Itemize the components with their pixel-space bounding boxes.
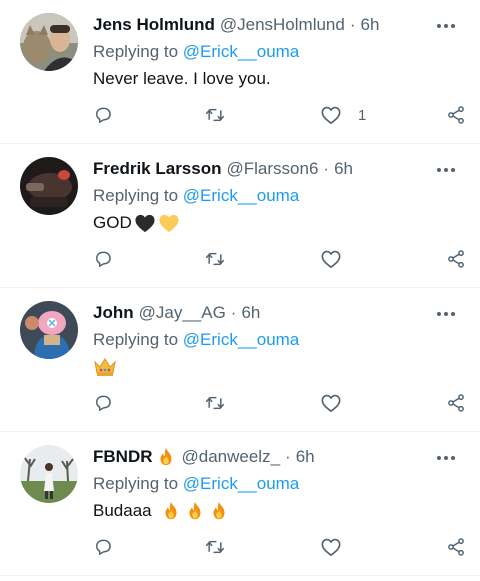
tweet-actions [93,535,466,559]
share-icon [448,538,464,556]
display-name[interactable]: Jens Holmlund [93,14,215,36]
heart-icon [321,394,341,412]
avatar[interactable] [20,157,78,215]
replying-prefix: Replying to [93,42,179,61]
replying-to: Replying to @Erick__ouma [93,185,466,207]
share-button[interactable] [446,103,466,127]
timestamp[interactable]: 6h [361,14,380,36]
like-button[interactable]: 1 [320,103,366,127]
separator-dot: · [323,159,330,178]
heart-icon [321,250,341,268]
tweet-header: John @Jay__AG · 6h [93,302,466,324]
separator-dot: · [285,447,291,466]
retweet-button[interactable] [204,247,226,271]
share-button[interactable] [446,247,466,271]
yellow-heart-icon [159,214,179,233]
reply-button[interactable] [93,391,113,415]
tweet-text-content: Budaaa [93,501,152,520]
tweet-text: Budaaa [93,500,466,522]
more-options-icon[interactable] [432,304,460,324]
tweet-actions: 1 [93,103,466,127]
retweet-button[interactable] [204,103,226,127]
reply-tweet[interactable]: FBNDR @danweelz_ · 6h Replying to @Erick… [0,432,480,576]
avatar[interactable] [20,13,78,71]
retweet-icon [205,540,225,554]
share-icon [448,250,464,268]
tweet-header: FBNDR @danweelz_ · 6h [93,446,466,468]
share-button[interactable] [446,535,466,559]
separator-dot: · [349,15,356,34]
display-name[interactable]: John [93,302,134,324]
more-options-icon[interactable] [432,448,460,468]
mention-link[interactable]: @Erick__ouma [183,330,299,349]
fire-icon [165,501,177,520]
replying-prefix: Replying to [93,186,179,205]
heart-icon [321,106,341,124]
reply-button[interactable] [93,535,113,559]
tweet-actions [93,247,466,271]
like-button[interactable] [320,535,342,559]
reply-tweet[interactable]: John @Jay__AG · 6h Replying to @Erick__o… [0,288,480,432]
user-handle[interactable]: @JensHolmlund [220,14,345,36]
like-button[interactable] [320,247,342,271]
avatar[interactable] [20,445,78,503]
retweet-icon [205,252,225,266]
replying-prefix: Replying to [93,330,179,349]
heart-icon [321,538,341,556]
tweet-text-content: GOD [93,213,132,232]
separator-dot: · [230,303,237,322]
more-options-icon[interactable] [432,16,460,36]
timestamp[interactable]: 6h [296,446,315,468]
share-icon [448,394,464,412]
reply-button[interactable] [93,247,113,271]
mention-link[interactable]: @Erick__ouma [183,474,299,493]
display-name[interactable]: FBNDR [93,446,153,468]
tweet-text [93,356,466,378]
reply-button[interactable] [93,103,113,127]
reply-tweet[interactable]: Fredrik Larsson @Flarsson6 · 6h Replying… [0,144,480,288]
mention-link[interactable]: @Erick__ouma [183,186,299,205]
display-name[interactable]: Fredrik Larsson [93,158,222,180]
tweet-text: GOD [93,212,466,234]
tweet-header: Fredrik Larsson @Flarsson6 · 6h [93,158,466,180]
retweet-icon [205,108,225,122]
reply-icon [96,107,111,123]
reply-icon [96,539,111,555]
replying-to: Replying to @Erick__ouma [93,329,466,351]
tweet-actions [93,391,466,415]
reply-icon [96,395,111,411]
tweet-text: Never leave. I love you. [93,68,466,90]
avatar[interactable] [20,301,78,359]
replying-to: Replying to @Erick__ouma [93,473,466,495]
fire-icon [189,501,201,520]
user-handle[interactable]: @Flarsson6 [227,158,319,180]
black-heart-icon [135,214,155,233]
fire-icon [213,501,225,520]
tweet-header: Jens Holmlund @JensHolmlund · 6h [93,14,466,36]
replying-prefix: Replying to [93,474,179,493]
timestamp[interactable]: 6h [334,158,353,180]
reply-tweet[interactable]: Jens Holmlund @JensHolmlund · 6h Replyin… [0,0,480,144]
user-handle[interactable]: @danweelz_ [182,446,281,468]
more-options-icon[interactable] [432,160,460,180]
retweet-icon [205,396,225,410]
like-button[interactable] [320,391,342,415]
mention-link[interactable]: @Erick__ouma [183,42,299,61]
share-icon [448,106,464,124]
tweet-text-content: Never leave. I love you. [93,69,271,88]
replying-to: Replying to @Erick__ouma [93,41,466,63]
timestamp[interactable]: 6h [241,302,260,324]
crown-icon [94,358,116,376]
retweet-button[interactable] [204,535,226,559]
retweet-button[interactable] [204,391,226,415]
fire-icon [160,447,171,466]
like-count: 1 [358,106,367,124]
reply-icon [96,251,111,267]
share-button[interactable] [446,391,466,415]
user-handle[interactable]: @Jay__AG [139,302,226,324]
